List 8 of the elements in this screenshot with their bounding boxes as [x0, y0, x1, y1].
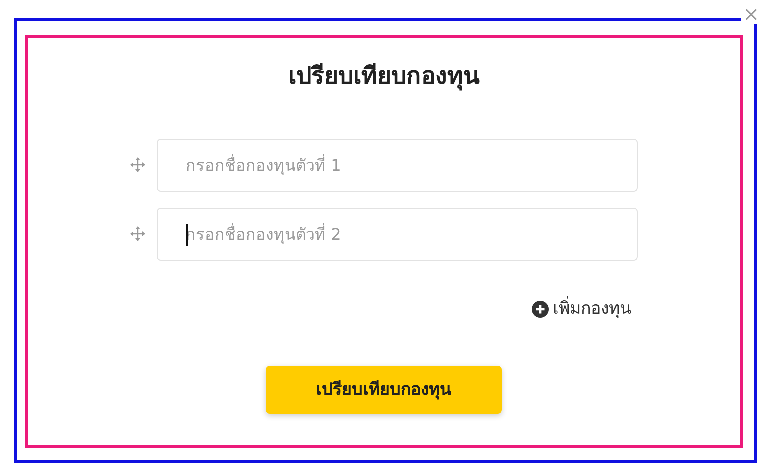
move-icon[interactable] [130, 157, 146, 174]
move-icon[interactable] [130, 226, 146, 242]
fund-name-field[interactable]: กรอกชื่อกองทุนตัวที่ 2 [157, 208, 638, 261]
dialog-title: เปรียบเทียบกองทุน [288, 62, 480, 91]
compare-button[interactable]: เปรียบเทียบกองทุน [266, 366, 502, 414]
add-fund-link[interactable]: เพิ่มกองทุน [532, 296, 632, 322]
fund-name-field[interactable]: กรอกชื่อกองทุนตัวที่ 1 [157, 138, 638, 192]
plus-circle-icon [532, 301, 549, 318]
